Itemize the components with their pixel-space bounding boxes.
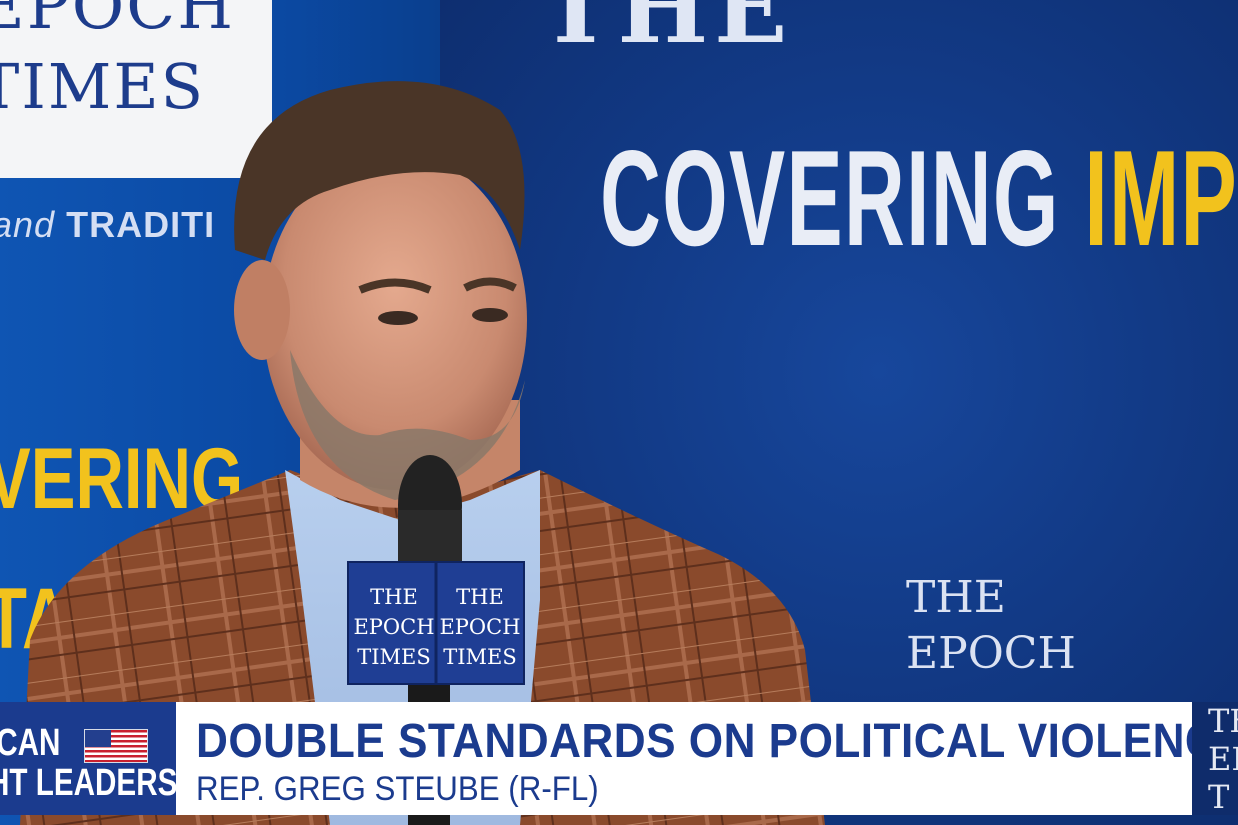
video-frame: EPOCH TIMES and TRADITI VERING TA THE CO…: [0, 0, 1238, 825]
mic-flag-text-left: THE EPOCH TIMES: [353, 585, 435, 669]
mic-flag-text-right: THE EPOCH TIMES: [439, 585, 521, 669]
show-name-line1: ICAN: [0, 722, 61, 764]
lower-third-banner: DOUBLE STANDARDS ON POLITICAL VIOLENCE R…: [176, 702, 1238, 815]
corner-logo-panel: TH EP T: [1192, 702, 1238, 815]
headline-text: DOUBLE STANDARDS ON POLITICAL VIOLENCE: [196, 715, 1238, 768]
us-flag-icon: [84, 729, 148, 763]
speaker-name: REP. GREG STEUBE (R-FL): [196, 770, 599, 808]
show-name-panel: ICAN HT LEADERS: [0, 702, 176, 815]
ear: [234, 260, 290, 360]
corner-logo-text: TH EP T: [1208, 702, 1238, 815]
show-name-line2: HT LEADERS: [0, 762, 176, 804]
